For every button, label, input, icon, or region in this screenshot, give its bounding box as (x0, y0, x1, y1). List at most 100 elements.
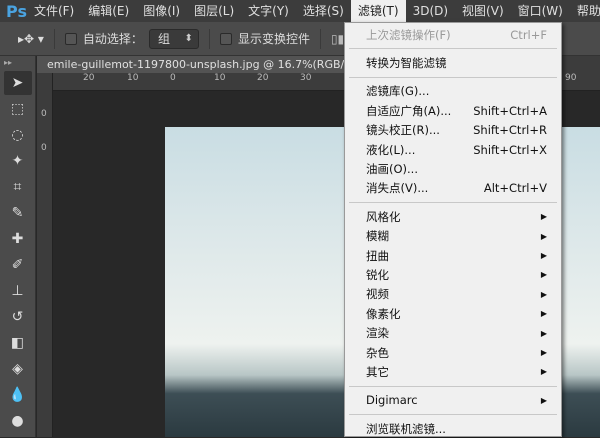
menu-item-other[interactable]: 其它 ▶ (345, 362, 561, 381)
ruler-label: 10 (214, 73, 226, 83)
menu-file[interactable]: 文件(F) (27, 0, 81, 22)
label: 风格化 (366, 209, 401, 224)
menu-divider (349, 385, 557, 387)
label: 其它 (366, 364, 389, 379)
submenu-arrow-icon: ▶ (540, 270, 547, 280)
menu-item-noise[interactable]: 杂色 ▶ (345, 343, 561, 362)
ruler-label: 0 (41, 109, 47, 119)
menu-item-vanishing-point[interactable]: 消失点(V)... Alt+Ctrl+V (345, 179, 561, 198)
menu-item-stylize[interactable]: 风格化 ▶ (345, 207, 561, 226)
menu-item-video[interactable]: 视频 ▶ (345, 285, 561, 304)
lasso-tool-icon[interactable]: ◌ (4, 123, 32, 147)
submenu-arrow-icon: ▶ (540, 212, 547, 222)
label: 杂色 (366, 345, 389, 360)
ruler-label: 90 (565, 73, 577, 83)
vertical-ruler: 0 0 (37, 73, 53, 437)
divider (208, 28, 210, 49)
menu-view[interactable]: 视图(V) (455, 0, 511, 22)
history-brush-icon[interactable]: ↺ (4, 305, 32, 329)
menu-item-last-filter: 上次滤镜操作(F) Ctrl+F (345, 25, 561, 44)
menu-image[interactable]: 图像(I) (136, 0, 187, 22)
label: 视频 (366, 287, 389, 302)
submenu-arrow-icon: ▶ (540, 289, 547, 299)
menu-layer[interactable]: 图层(L) (187, 0, 241, 22)
divider (319, 28, 321, 49)
paint-bucket-icon[interactable]: ◈ (4, 357, 32, 381)
menu-item-adaptive-wide-angle[interactable]: 自适应广角(A)... Shift+Ctrl+A (345, 101, 561, 120)
menu-divider (349, 414, 557, 416)
menu-item-browse-filters-online[interactable]: 浏览联机滤镜... (345, 419, 561, 438)
ruler-label: 10 (127, 73, 139, 83)
move-tool-icon[interactable]: ➤ (3, 71, 32, 95)
ruler-label: 20 (257, 73, 269, 83)
menu-bar: Ps 文件(F) 编辑(E) 图像(I) 图层(L) 文字(Y) 选择(S) 滤… (0, 0, 600, 22)
dodge-tool-icon[interactable]: ● (4, 409, 32, 433)
label: Digimarc (366, 393, 418, 408)
divider (53, 28, 55, 49)
filter-menu: 上次滤镜操作(F) Ctrl+F 转换为智能滤镜 滤镜库(G)... 自适应广角… (344, 22, 562, 437)
auto-select-label: 自动选择： (82, 32, 143, 46)
tools-panel: ▸▸ ➤ ⬚ ◌ ✦ ⌗ ✎ ✚ ✐ ⊥ ↺ ◧ ◈ 💧 ● (0, 56, 36, 437)
submenu-arrow-icon: ▶ (540, 348, 547, 358)
label: 渲染 (366, 326, 389, 341)
menu-select[interactable]: 选择(S) (296, 0, 351, 22)
menu-item-sharpen[interactable]: 锐化 ▶ (345, 265, 561, 284)
marquee-tool-icon[interactable]: ⬚ (4, 97, 32, 121)
label: 油画(O)... (366, 162, 418, 177)
label: 消失点(V)... (366, 181, 429, 196)
auto-select-dropdown[interactable]: 组 (148, 28, 199, 49)
menu-item-distort[interactable]: 扭曲 ▶ (345, 246, 561, 265)
submenu-arrow-icon: ▶ (540, 328, 547, 338)
submenu-arrow-icon: ▶ (540, 251, 547, 261)
menu-item-filter-gallery[interactable]: 滤镜库(G)... (345, 82, 561, 101)
label: 上次滤镜操作(F) (366, 27, 451, 42)
show-transform-checkbox[interactable] (219, 32, 232, 45)
stamp-tool-icon[interactable]: ⊥ (4, 279, 32, 303)
move-tool-icon[interactable]: ▸✥ ▾ (18, 32, 44, 46)
shortcut: Alt+Ctrl+V (483, 181, 547, 196)
menu-item-digimarc[interactable]: Digimarc ▶ (345, 391, 561, 410)
tab-bar-empty (561, 56, 600, 73)
crop-tool-icon[interactable]: ⌗ (4, 175, 32, 199)
eyedropper-icon[interactable]: ✎ (4, 201, 32, 225)
document-tab[interactable]: emile-guillemot-1197800-unsplash.jpg @ 1… (37, 56, 376, 73)
ruler-label: 0 (170, 73, 176, 83)
collapse-icon[interactable]: ▸▸ (0, 56, 35, 69)
label: 液化(L)... (366, 142, 416, 157)
menu-item-oil-paint[interactable]: 油画(O)... (345, 159, 561, 178)
menu-help[interactable]: 帮助(H) (570, 0, 600, 22)
menu-edit[interactable]: 编辑(E) (81, 0, 136, 22)
menu-filter[interactable]: 滤镜(T) (350, 0, 406, 22)
photoshop-logo: Ps (6, 1, 27, 21)
menu-divider (349, 48, 557, 50)
label: 滤镜库(G)... (366, 84, 430, 99)
menu-window[interactable]: 窗口(W) (511, 0, 570, 22)
healing-brush-icon[interactable]: ✚ (4, 227, 32, 251)
label: 像素化 (366, 306, 401, 321)
eraser-icon[interactable]: ◧ (4, 331, 32, 355)
submenu-arrow-icon: ▶ (540, 395, 547, 405)
label: 自适应广角(A)... (366, 103, 452, 118)
label: 锐化 (366, 267, 389, 282)
align-icon[interactable]: ▯▮ (331, 32, 344, 46)
menu-item-blur[interactable]: 模糊 ▶ (345, 227, 561, 246)
menu-3d[interactable]: 3D(D) (406, 0, 455, 22)
menu-item-convert-smart-filter[interactable]: 转换为智能滤镜 (345, 53, 561, 72)
magic-wand-icon[interactable]: ✦ (4, 149, 32, 173)
menu-item-render[interactable]: 渲染 ▶ (345, 323, 561, 342)
menu-divider (349, 202, 557, 204)
auto-select-checkbox[interactable] (64, 32, 77, 45)
menu-item-lens-correction[interactable]: 镜头校正(R)... Shift+Ctrl+R (345, 121, 561, 140)
submenu-arrow-icon: ▶ (540, 367, 547, 377)
shortcut: Ctrl+F (510, 27, 547, 42)
menu-item-liquify[interactable]: 液化(L)... Shift+Ctrl+X (345, 140, 561, 159)
blur-tool-icon[interactable]: 💧 (4, 383, 32, 407)
ruler-label: 0 (41, 143, 47, 153)
ruler-label: 30 (300, 73, 312, 83)
document-title: emile-guillemot-1197800-unsplash.jpg @ 1… (47, 58, 356, 71)
menu-item-pixelate[interactable]: 像素化 ▶ (345, 304, 561, 323)
menu-type[interactable]: 文字(Y) (241, 0, 296, 22)
brush-tool-icon[interactable]: ✐ (4, 253, 32, 277)
label: 镜头校正(R)... (366, 123, 440, 138)
shortcut: Shift+Ctrl+R (473, 123, 547, 138)
